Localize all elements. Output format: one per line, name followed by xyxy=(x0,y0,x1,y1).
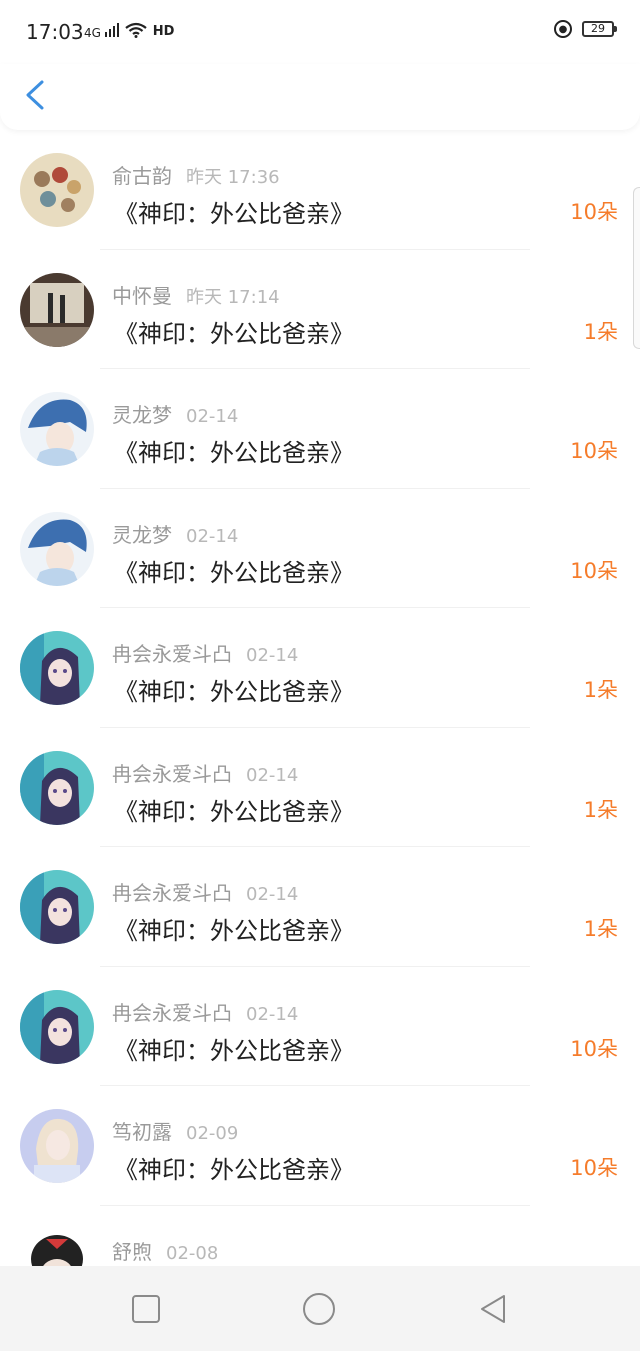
triangle-back-icon xyxy=(481,1295,505,1323)
status-right: ● 29 xyxy=(554,20,617,38)
list-item[interactable]: 冉会永爱斗凸 02-14 《神印：外公比爸亲》 1朵 xyxy=(0,608,640,728)
user-name: 冉会永爱斗凸 xyxy=(112,761,232,786)
flower-count: 10朵 xyxy=(570,1036,618,1061)
flower-count: 10朵 xyxy=(570,558,618,583)
timestamp: 02-14 xyxy=(246,645,299,666)
timestamp: 02-14 xyxy=(246,884,299,905)
timestamp: 02-14 xyxy=(186,525,239,547)
avatar xyxy=(20,153,94,227)
circle-icon xyxy=(303,1293,335,1325)
timestamp: 02-09 xyxy=(186,1123,239,1144)
flower-count: 1朵 xyxy=(583,917,618,941)
wifi-icon xyxy=(125,22,147,41)
timestamp: 02-08 xyxy=(166,1242,219,1264)
timestamp: 02-14 xyxy=(186,406,239,427)
hd-badge: HD xyxy=(152,24,175,39)
list-item[interactable]: 舒煦 02-08 xyxy=(0,1206,640,1266)
row-meta: 灵龙梦 02-14 xyxy=(112,399,238,428)
flower-count: 1朵 xyxy=(583,797,618,822)
flower-count: 10朵 xyxy=(570,1156,618,1180)
row-meta: 中怀曼 昨天 17:14 xyxy=(112,280,280,309)
back-button[interactable] xyxy=(20,76,60,116)
cellular-signal-icon: 4G xyxy=(84,23,119,40)
list-item[interactable]: 灵龙梦 02-14 《神印：外公比爸亲》 10朵 xyxy=(0,369,640,489)
user-name: 灵龙梦 xyxy=(112,522,172,547)
user-name: 俞古韵 xyxy=(112,164,172,188)
book-title: 《神印：外公比爸亲》 xyxy=(114,678,354,706)
battery-icon: 29 xyxy=(582,21,617,37)
book-title: 《神印：外公比爸亲》 xyxy=(114,558,354,587)
row-meta: 冉会永爱斗凸 02-14 xyxy=(112,638,298,667)
chevron-left-icon xyxy=(26,80,44,110)
row-meta: 俞古韵 昨天 17:36 xyxy=(112,160,280,189)
avatar xyxy=(20,511,94,586)
list-item[interactable]: 冉会永爱斗凸 02-14 《神印：外公比爸亲》 1朵 xyxy=(0,728,640,847)
timestamp: 02-14 xyxy=(246,1003,299,1025)
flower-count: 10朵 xyxy=(570,439,618,463)
avatar xyxy=(20,272,94,347)
user-name: 舒煦 xyxy=(112,1239,152,1264)
header xyxy=(0,64,640,130)
recent-apps-button[interactable] xyxy=(129,1292,163,1326)
scrollbar[interactable] xyxy=(633,187,640,349)
user-name: 中怀曼 xyxy=(112,283,172,308)
book-title: 《神印：外公比爸亲》 xyxy=(114,1156,354,1184)
list-item[interactable]: 笃初露 02-09 《神印：外公比爸亲》 10朵 xyxy=(0,1086,640,1206)
list-item[interactable]: 中怀曼 昨天 17:14 《神印：外公比爸亲》 1朵 xyxy=(0,250,640,369)
avatar xyxy=(20,750,94,825)
list-item[interactable]: 冉会永爱斗凸 02-14 《神印：外公比爸亲》 1朵 xyxy=(0,847,640,967)
flower-count: 10朵 xyxy=(570,200,618,224)
book-title: 《神印：外公比爸亲》 xyxy=(114,319,354,348)
row-meta: 舒煦 02-08 xyxy=(112,1236,218,1265)
list-item[interactable]: 俞古韵 昨天 17:36 《神印：外公比爸亲》 10朵 xyxy=(0,130,640,250)
home-button[interactable] xyxy=(302,1292,336,1326)
avatar xyxy=(20,870,94,944)
row-meta: 冉会永爱斗凸 02-14 xyxy=(112,758,298,787)
user-name: 冉会永爱斗凸 xyxy=(112,1000,232,1025)
timestamp: 02-14 xyxy=(246,764,299,786)
row-meta: 灵龙梦 02-14 xyxy=(112,519,238,548)
status-bar: 17:03 4G HD ● 29 xyxy=(0,0,640,64)
system-nav-bar xyxy=(0,1266,640,1351)
status-time: 17:03 xyxy=(26,20,84,44)
timestamp: 昨天 17:14 xyxy=(186,286,280,308)
row-meta: 冉会永爱斗凸 02-14 xyxy=(112,997,298,1026)
avatar xyxy=(20,392,94,466)
book-title: 《神印：外公比爸亲》 xyxy=(114,917,354,945)
timestamp: 昨天 17:36 xyxy=(186,167,280,188)
avatar xyxy=(20,1109,94,1183)
system-back-button[interactable] xyxy=(476,1292,510,1326)
square-icon xyxy=(132,1295,160,1323)
book-title: 《神印：外公比爸亲》 xyxy=(114,439,354,467)
list-item[interactable]: 冉会永爱斗凸 02-14 《神印：外公比爸亲》 10朵 xyxy=(0,967,640,1086)
flower-count: 1朵 xyxy=(583,319,618,344)
book-title: 《神印：外公比爸亲》 xyxy=(114,200,354,228)
flower-count: 1朵 xyxy=(583,678,618,702)
avatar xyxy=(20,989,94,1064)
rotation-lock-icon: ● xyxy=(554,20,572,38)
book-title: 《神印：外公比爸亲》 xyxy=(114,797,354,826)
row-meta: 冉会永爱斗凸 02-14 xyxy=(112,877,298,906)
row-meta: 笃初露 02-09 xyxy=(112,1116,238,1145)
avatar xyxy=(20,1228,94,1266)
status-icons: 4G HD xyxy=(84,22,174,41)
user-name: 冉会永爱斗凸 xyxy=(112,642,232,666)
user-name: 冉会永爱斗凸 xyxy=(112,881,232,905)
book-title: 《神印：外公比爸亲》 xyxy=(114,1036,354,1065)
user-name: 灵龙梦 xyxy=(112,403,172,427)
user-name: 笃初露 xyxy=(112,1120,172,1144)
gift-list: 俞古韵 昨天 17:36 《神印：外公比爸亲》 10朵 中怀曼 昨天 17:14 《… xyxy=(0,130,640,1266)
avatar xyxy=(20,631,94,705)
list-item[interactable]: 灵龙梦 02-14 《神印：外公比爸亲》 10朵 xyxy=(0,489,640,608)
